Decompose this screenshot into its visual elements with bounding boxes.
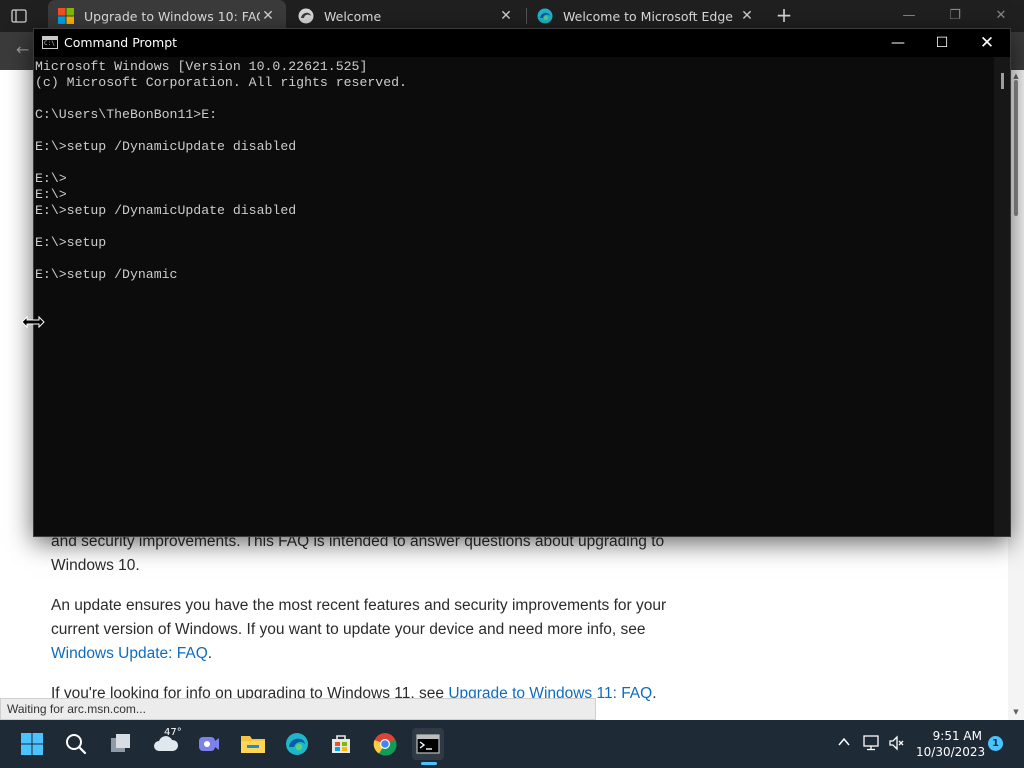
edge-dev-icon xyxy=(298,8,314,24)
chrome-icon[interactable] xyxy=(369,728,401,760)
cmd-icon: C:\ xyxy=(42,36,58,49)
cmd-title-bar[interactable]: C:\ Command Prompt — ☐ ✕ xyxy=(34,29,1010,57)
tab-title: Welcome to Microsoft Edge xyxy=(563,8,733,24)
console-line-current-input: E:\>setup /Dynamic xyxy=(35,267,178,282)
cmd-maximize-icon[interactable]: ☐ xyxy=(919,29,965,57)
console-line: E:\>setup /DynamicUpdate disabled xyxy=(35,139,297,154)
teams-chat-icon[interactable] xyxy=(193,728,225,760)
scroll-up-arrow-icon[interactable]: ▲ xyxy=(1011,72,1021,80)
task-view-icon[interactable] xyxy=(105,728,137,760)
resize-cursor-icon xyxy=(21,314,45,329)
close-tab-icon[interactable]: ✕ xyxy=(498,8,514,24)
tab-actions-menu-icon[interactable] xyxy=(10,7,28,25)
scroll-down-arrow-icon[interactable]: ▼ xyxy=(1011,708,1021,716)
network-icon[interactable] xyxy=(862,734,880,756)
restore-icon[interactable]: ❐ xyxy=(945,6,965,26)
close-tab-icon[interactable]: ✕ xyxy=(260,8,276,24)
windows-update-faq-link[interactable]: Windows Update: FAQ xyxy=(51,645,208,662)
browser-status-bar: Waiting for arc.msn.com... xyxy=(0,698,596,720)
tab-title: Upgrade to Windows 10: FAQ - I xyxy=(84,8,260,24)
console-line: Microsoft Windows [Version 10.0.22621.52… xyxy=(35,59,368,74)
close-tab-icon[interactable]: ✕ xyxy=(739,8,755,24)
edge-icon xyxy=(537,8,553,24)
punctuation: . xyxy=(652,685,657,702)
show-hidden-icons-chevron-icon[interactable] xyxy=(836,734,852,754)
scrollbar-thumb[interactable] xyxy=(1014,80,1018,216)
edge-taskbar-icon[interactable] xyxy=(281,728,313,760)
cmd-close-icon[interactable]: ✕ xyxy=(964,29,1010,57)
microsoft-store-icon[interactable] xyxy=(325,728,357,760)
notification-badge[interactable]: 1 xyxy=(988,736,1003,751)
weather-temperature: 47° xyxy=(164,727,182,738)
console-line: E:\> xyxy=(35,187,67,202)
back-arrow-icon[interactable]: ← xyxy=(16,40,29,59)
search-icon[interactable] xyxy=(60,728,92,760)
minimize-icon[interactable]: — xyxy=(899,6,919,26)
active-app-indicator xyxy=(421,762,437,765)
cmd-scrollbar[interactable] xyxy=(994,57,1010,536)
faq-intro-text: and security improvements. This FAQ is i… xyxy=(51,533,665,574)
cmd-console-output[interactable]: Microsoft Windows [Version 10.0.22621.52… xyxy=(34,57,994,536)
tab-title: Welcome xyxy=(324,8,382,24)
volume-muted-icon[interactable] xyxy=(888,734,906,756)
console-line: E:\>setup xyxy=(35,235,107,250)
start-button[interactable] xyxy=(16,728,48,760)
new-tab-button[interactable]: + xyxy=(773,4,795,26)
cmd-minimize-icon[interactable]: — xyxy=(875,29,921,57)
command-prompt-taskbar-icon[interactable] xyxy=(412,728,444,760)
cmd-window-title: Command Prompt xyxy=(64,35,178,50)
command-prompt-window[interactable]: C:\ Command Prompt — ☐ ✕ Microsoft Windo… xyxy=(33,28,1011,537)
console-line: C:\Users\TheBonBon11>E: xyxy=(35,107,218,122)
cmd-scrollbar-thumb[interactable] xyxy=(1001,73,1004,89)
file-explorer-icon[interactable] xyxy=(237,728,269,760)
punctuation: . xyxy=(207,645,213,662)
faq-update-paragraph: An update ensures you have the most rece… xyxy=(51,594,691,666)
windows-logo-icon xyxy=(58,8,74,24)
console-line: E:\> xyxy=(35,171,67,186)
console-line: (c) Microsoft Corporation. All rights re… xyxy=(35,75,407,90)
faq-update-text: An update ensures you have the most rece… xyxy=(51,597,667,638)
clock-date[interactable]: 10/30/2023 xyxy=(916,745,985,759)
console-line: E:\>setup /DynamicUpdate disabled xyxy=(35,203,297,218)
clock-time[interactable]: 9:51 AM xyxy=(920,729,982,743)
close-window-icon[interactable]: ✕ xyxy=(991,6,1011,26)
